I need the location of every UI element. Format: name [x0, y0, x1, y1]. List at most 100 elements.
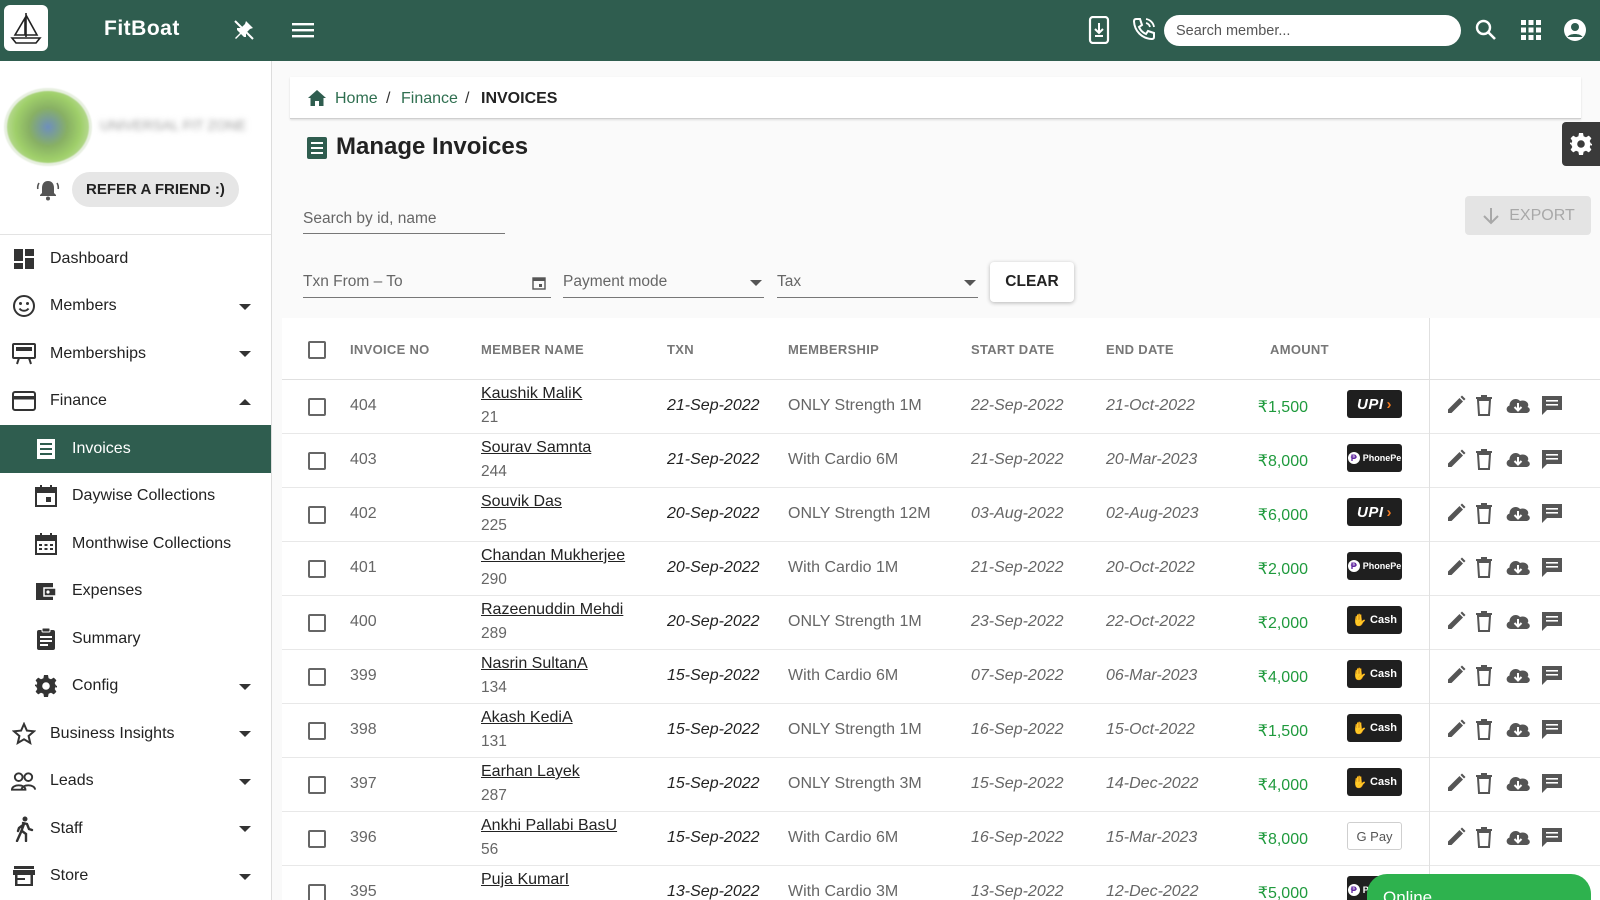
edit-pencil-icon[interactable]	[1445, 502, 1467, 529]
row-checkbox[interactable]	[308, 668, 326, 686]
fitboat-logo[interactable]	[4, 5, 48, 51]
member-name-link[interactable]: Kaushik MaliK	[481, 385, 582, 403]
hamburger-menu-icon[interactable]	[292, 20, 314, 40]
edit-pencil-icon[interactable]	[1445, 448, 1467, 475]
delete-trash-icon[interactable]	[1474, 826, 1494, 853]
chevron-down-icon[interactable]	[239, 731, 251, 737]
table-row[interactable]: 397 Earhan Layek 287 15-Sep-2022 ONLY Streng…	[282, 758, 1600, 812]
message-icon[interactable]	[1540, 448, 1564, 475]
txn-date-range-filter[interactable]: Txn From – To	[303, 268, 551, 298]
sidebar-item-summary[interactable]: Summary	[0, 615, 271, 663]
column-header-membership[interactable]: MEMBERSHIP	[788, 342, 879, 357]
edit-pencil-icon[interactable]	[1445, 826, 1467, 853]
message-icon[interactable]	[1540, 772, 1564, 799]
edit-pencil-icon[interactable]	[1445, 610, 1467, 637]
sidebar-item-finance[interactable]: Finance	[0, 378, 271, 426]
row-checkbox[interactable]	[308, 560, 326, 578]
table-row[interactable]: 404 Kaushik MaliK 21 21-Sep-2022 ONLY Streng…	[282, 380, 1600, 434]
breadcrumb-finance[interactable]: Finance	[401, 90, 458, 108]
row-checkbox[interactable]	[308, 830, 326, 848]
edit-pencil-icon[interactable]	[1445, 718, 1467, 745]
row-checkbox[interactable]	[308, 722, 326, 740]
cloud-download-icon[interactable]	[1504, 448, 1532, 475]
chevron-down-icon[interactable]	[239, 303, 251, 310]
message-icon[interactable]	[1540, 826, 1564, 853]
sidebar-item-staff[interactable]: Staff	[0, 805, 271, 853]
settings-tab[interactable]	[1562, 122, 1600, 166]
search-icon[interactable]	[1474, 18, 1498, 42]
member-name-link[interactable]: Sourav Samnta	[481, 439, 591, 457]
unpin-icon[interactable]	[232, 18, 256, 42]
sidebar-item-dashboard[interactable]: Dashboard	[0, 235, 271, 283]
edit-pencil-icon[interactable]	[1445, 664, 1467, 691]
row-checkbox[interactable]	[308, 776, 326, 794]
sidebar-item-members[interactable]: Members	[0, 283, 271, 331]
message-icon[interactable]	[1540, 718, 1564, 745]
member-search-input[interactable]	[1164, 15, 1461, 46]
chevron-up-icon[interactable]	[239, 398, 251, 405]
chevron-down-icon[interactable]	[239, 873, 251, 880]
message-icon[interactable]	[1540, 556, 1564, 583]
sidebar-item-monthwise-collections[interactable]: Monthwise Collections	[0, 520, 271, 568]
sidebar-item-business-insights[interactable]: Business Insights	[0, 710, 271, 758]
breadcrumb-home[interactable]: Home	[335, 90, 378, 108]
row-checkbox[interactable]	[308, 506, 326, 524]
table-row[interactable]: 403 Sourav Samnta 244 21-Sep-2022 With Cardi…	[282, 434, 1600, 488]
sidebar-item-daywise-collections[interactable]: Daywise Collections	[0, 473, 271, 521]
member-name-link[interactable]: Chandan Mukherjee	[481, 547, 625, 565]
payment-mode-select[interactable]: Payment mode	[563, 268, 764, 298]
table-row[interactable]: 396 Ankhi Pallabi BasU 56 15-Sep-2022 With C…	[282, 812, 1600, 866]
sidebar-item-expenses[interactable]: Expenses	[0, 568, 271, 616]
row-checkbox[interactable]	[308, 452, 326, 470]
chevron-down-icon[interactable]	[239, 826, 251, 832]
invoice-search-field[interactable]	[303, 205, 505, 234]
cloud-download-icon[interactable]	[1504, 718, 1532, 745]
column-header-txn[interactable]: TXN	[667, 342, 694, 357]
delete-trash-icon[interactable]	[1474, 556, 1494, 583]
apps-grid-icon[interactable]	[1521, 20, 1541, 40]
sidebar-item-invoices[interactable]: Invoices	[0, 425, 271, 473]
cloud-download-icon[interactable]	[1504, 772, 1532, 799]
member-name-link[interactable]: Akash KediA	[481, 709, 573, 727]
column-header-amount[interactable]: AMOUNT	[1270, 342, 1329, 357]
chevron-down-icon[interactable]	[239, 351, 251, 357]
table-row[interactable]: 398 Akash KediA 131 15-Sep-2022 ONLY Strengt…	[282, 704, 1600, 758]
column-header-member-name[interactable]: MEMBER NAME	[481, 342, 584, 357]
member-name-link[interactable]: Souvik Das	[481, 493, 562, 511]
phone-call-icon[interactable]	[1131, 16, 1157, 42]
message-icon[interactable]	[1540, 610, 1564, 637]
row-checkbox[interactable]	[308, 614, 326, 632]
edit-pencil-icon[interactable]	[1445, 556, 1467, 583]
delete-trash-icon[interactable]	[1474, 502, 1494, 529]
org-avatar[interactable]	[4, 88, 92, 166]
cloud-download-icon[interactable]	[1504, 556, 1532, 583]
table-row[interactable]: 399 Nasrin SultanA 134 15-Sep-2022 With Card…	[282, 650, 1600, 704]
message-icon[interactable]	[1540, 664, 1564, 691]
row-checkbox[interactable]	[308, 398, 326, 416]
sidebar-item-memberships[interactable]: Memberships	[0, 330, 271, 378]
delete-trash-icon[interactable]	[1474, 664, 1494, 691]
sidebar-item-config[interactable]: Config	[0, 663, 271, 711]
column-header-invoice-no[interactable]: INVOICE NO	[350, 342, 430, 357]
bell-ringing-icon[interactable]	[36, 178, 60, 202]
message-icon[interactable]	[1540, 502, 1564, 529]
delete-trash-icon[interactable]	[1474, 394, 1494, 421]
select-all-checkbox[interactable]	[308, 341, 326, 359]
member-name-link[interactable]: Earhan Layek	[481, 763, 580, 781]
delete-trash-icon[interactable]	[1474, 772, 1494, 799]
invoice-search-input[interactable]	[303, 205, 505, 228]
edit-pencil-icon[interactable]	[1445, 772, 1467, 799]
cloud-download-icon[interactable]	[1504, 394, 1532, 421]
chevron-down-icon[interactable]	[239, 683, 251, 690]
table-row[interactable]: 402 Souvik Das 225 20-Sep-2022 ONLY Strength…	[282, 488, 1600, 542]
member-name-link[interactable]: Puja KumarI	[481, 871, 569, 889]
delete-trash-icon[interactable]	[1474, 448, 1494, 475]
cloud-download-icon[interactable]	[1504, 502, 1532, 529]
clear-filters-button[interactable]: CLEAR	[990, 262, 1074, 302]
member-search-box[interactable]	[1164, 15, 1461, 46]
cloud-download-icon[interactable]	[1504, 826, 1532, 853]
cloud-download-icon[interactable]	[1504, 664, 1532, 691]
delete-trash-icon[interactable]	[1474, 610, 1494, 637]
table-row[interactable]: 400 Razeenuddin Mehdi 289 20-Sep-2022 ONLY S…	[282, 596, 1600, 650]
member-name-link[interactable]: Ankhi Pallabi BasU	[481, 817, 617, 835]
